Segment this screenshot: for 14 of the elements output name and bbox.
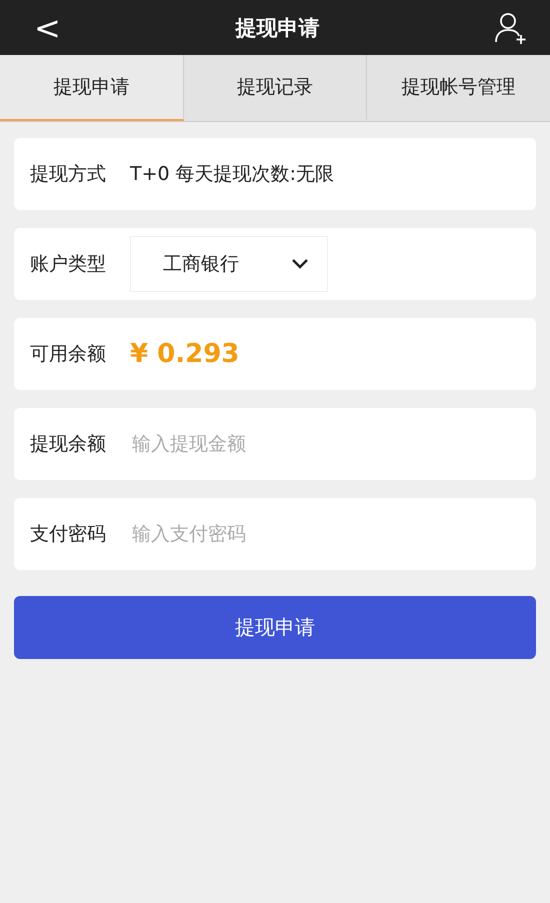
add-user-icon[interactable]	[494, 10, 528, 44]
tab[interactable]: 提现申请	[0, 55, 184, 121]
field-label: 提现余额	[30, 432, 106, 457]
bank-select[interactable]: 工商银行	[130, 236, 328, 292]
balance-amount: ¥ 0.293	[130, 339, 240, 369]
field-label: 支付密码	[30, 522, 106, 547]
field-label: 账户类型	[30, 252, 106, 277]
chevron-down-icon	[291, 258, 309, 270]
page-title: 提现申请	[235, 14, 320, 42]
submit-button[interactable]: 提现申请	[14, 596, 536, 659]
back-button[interactable]: <	[34, 12, 61, 44]
field-value: T+0 每天提现次数:无限	[130, 162, 334, 187]
field-label: 提现方式	[30, 162, 106, 187]
field-label: 可用余额	[30, 342, 106, 367]
